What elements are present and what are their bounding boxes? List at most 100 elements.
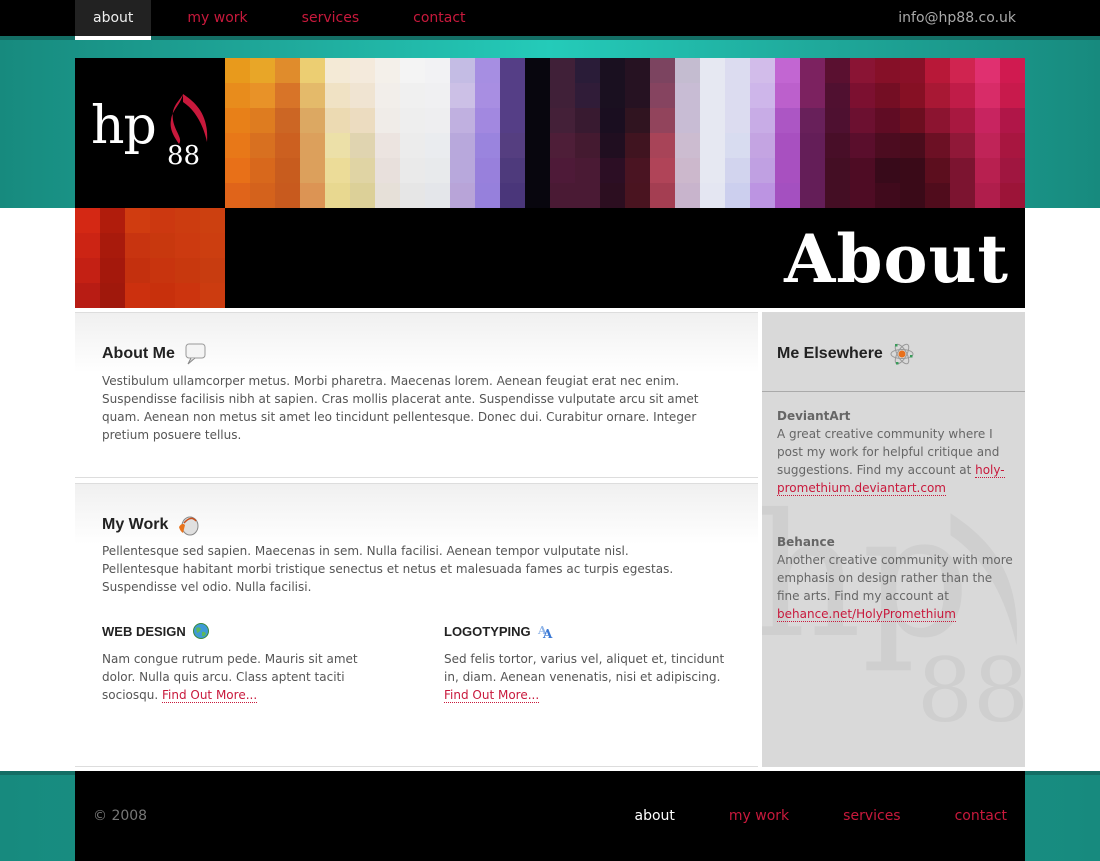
mosaic-tile <box>475 83 500 108</box>
mosaic-tile <box>325 108 350 133</box>
footer-nav-contact[interactable]: contact <box>955 808 1007 824</box>
mosaic-tile <box>675 58 700 83</box>
mosaic-tile <box>675 133 700 158</box>
web-design-title: WEB DESIGN <box>102 623 186 639</box>
mosaic-tile <box>475 183 500 208</box>
logo[interactable]: hp 88 <box>75 58 225 208</box>
mosaic-tile <box>250 83 275 108</box>
mosaic-tile <box>475 158 500 183</box>
mosaic-tile <box>450 183 475 208</box>
about-me-section: About Me Vestibulum ullamcorper metus. M… <box>75 312 758 478</box>
mosaic-tile <box>875 58 900 83</box>
page-title: About <box>784 220 1009 298</box>
mosaic-tile <box>175 233 200 258</box>
mosaic-tile <box>575 183 600 208</box>
mosaic-tile <box>600 58 625 83</box>
atom-icon <box>889 341 915 367</box>
footer-nav-about[interactable]: about <box>634 808 674 824</box>
mosaic-tile <box>900 108 925 133</box>
mosaic-tile <box>600 183 625 208</box>
mosaic-tile <box>225 133 250 158</box>
mosaic-tile <box>125 258 150 283</box>
footer-nav-my-work[interactable]: my work <box>729 808 789 824</box>
mosaic-tile <box>950 133 975 158</box>
mosaic-tile <box>200 258 225 283</box>
mosaic-tile <box>200 233 225 258</box>
mosaic-tile <box>250 158 275 183</box>
mosaic-tile <box>750 83 775 108</box>
mosaic-tile <box>1000 183 1025 208</box>
mosaic-tile <box>525 58 550 83</box>
sidebar: hp 88 Me Elsewhere DeviantArt A great cr… <box>762 312 1025 767</box>
color-mosaic <box>225 58 1025 208</box>
mosaic-tile <box>350 183 375 208</box>
logotyping-title: LOGOTYPING <box>444 623 531 639</box>
mosaic-tile <box>325 133 350 158</box>
mosaic-tile <box>625 158 650 183</box>
mosaic-tile <box>325 158 350 183</box>
nav-contact[interactable]: contact <box>395 0 483 36</box>
svg-text:A: A <box>542 627 553 640</box>
mosaic-tile <box>325 83 350 108</box>
mosaic-tile <box>300 83 325 108</box>
mosaic-tile <box>450 108 475 133</box>
mosaic-tile <box>150 208 175 233</box>
footer-nav-services[interactable]: services <box>843 808 900 824</box>
mosaic-tile <box>1000 133 1025 158</box>
mosaic-tile <box>975 108 1000 133</box>
nav-my-work[interactable]: my work <box>169 0 265 36</box>
my-work-text: Pellentesque sed sapien. Maecenas in sem… <box>102 544 674 594</box>
mosaic-tile <box>800 83 825 108</box>
mosaic-tile <box>850 158 875 183</box>
mosaic-tile <box>375 133 400 158</box>
mosaic-tile <box>525 183 550 208</box>
mosaic-tile <box>225 83 250 108</box>
mosaic-tile <box>875 108 900 133</box>
nav-services[interactable]: services <box>284 0 377 36</box>
mosaic-tile <box>875 183 900 208</box>
mosaic-tile <box>75 233 100 258</box>
web-design-find-out-more-link[interactable]: Find Out More... <box>161 688 258 703</box>
my-work-heading: My Work <box>102 513 200 537</box>
mosaic-tile <box>150 258 175 283</box>
mosaic-tile <box>350 133 375 158</box>
logotyping-find-out-more-link[interactable]: Find Out More... <box>444 688 540 703</box>
mosaic-tile <box>850 108 875 133</box>
mosaic-tile <box>675 83 700 108</box>
mosaic-tile <box>450 133 475 158</box>
mosaic-tile <box>975 133 1000 158</box>
mosaic-tile <box>775 133 800 158</box>
mosaic-tile <box>225 183 250 208</box>
my-work-section: My Work Pellentesque sed sapien. Maecena… <box>75 483 758 767</box>
mosaic-tile <box>425 58 450 83</box>
entry-body: Another creative community with more emp… <box>777 553 1013 603</box>
mosaic-tile <box>100 208 125 233</box>
mosaic-tile <box>825 183 850 208</box>
mosaic-tile <box>250 58 275 83</box>
mosaic-tile <box>875 133 900 158</box>
mosaic-tile <box>950 158 975 183</box>
mosaic-tile <box>725 133 750 158</box>
mosaic-tile <box>725 58 750 83</box>
contact-email: info@hp88.co.uk <box>898 10 1016 26</box>
mosaic-tile <box>700 58 725 83</box>
web-design-text: Nam congue rutrum pede. Mauris sit amet … <box>102 650 392 704</box>
mosaic-tile <box>1000 158 1025 183</box>
logotyping-heading: LOGOTYPING AA <box>444 622 734 642</box>
behance-link[interactable]: behance.net/HolyPromethium <box>777 607 956 622</box>
mosaic-tile <box>1000 58 1025 83</box>
footer-nav: about my work services contact <box>580 808 1007 824</box>
mosaic-tile <box>450 158 475 183</box>
sidebar-entry-deviantart: DeviantArt A great creative community wh… <box>777 407 1017 497</box>
nav-about[interactable]: about <box>75 0 152 40</box>
mosaic-tile <box>375 158 400 183</box>
mosaic-tile <box>400 133 425 158</box>
mosaic-tile <box>275 133 300 158</box>
about-me-title: About Me <box>102 345 175 362</box>
logotyping-body: Sed felis tortor, varius vel, aliquet et… <box>444 652 725 684</box>
mosaic-tile <box>900 133 925 158</box>
mosaic-tile <box>550 183 575 208</box>
mosaic-tile <box>525 83 550 108</box>
mosaic-tile <box>700 183 725 208</box>
mosaic-tile <box>75 283 100 308</box>
